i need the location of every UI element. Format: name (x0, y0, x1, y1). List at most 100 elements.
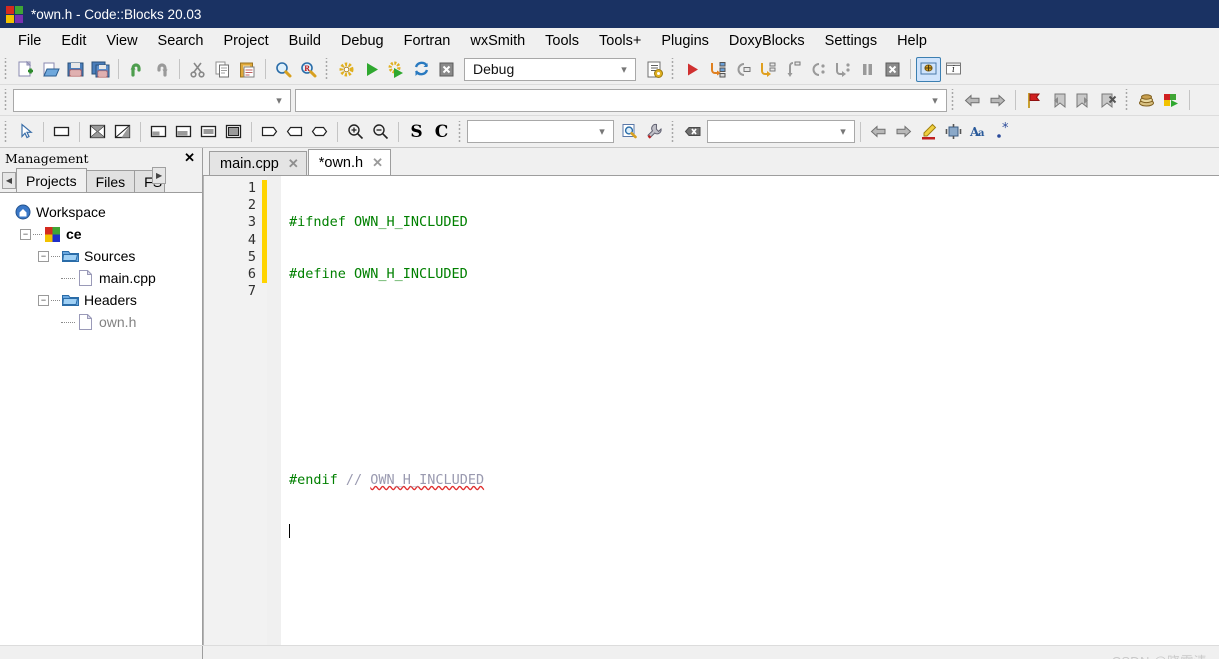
search-settings-icon[interactable] (642, 119, 667, 144)
panel-icon[interactable] (49, 119, 74, 144)
menu-fortran[interactable]: Fortran (394, 30, 461, 52)
replace-icon[interactable]: R (296, 57, 321, 82)
build-target-combo[interactable]: Debug ▾ (464, 57, 636, 81)
debug-stop-icon[interactable] (880, 57, 905, 82)
doxyblocks-icon[interactable] (1134, 88, 1159, 113)
toolbar-grip[interactable] (949, 89, 958, 111)
collapse-toggle[interactable]: − (38, 250, 49, 262)
regex-icon[interactable]: * (991, 119, 1016, 144)
editor-tab-own-h[interactable]: *own.h ✕ (307, 149, 391, 175)
scroll-left-icon[interactable]: ◀ (2, 172, 16, 189)
search-scope-combo[interactable]: ▾ (707, 120, 855, 143)
debug-next-instruction-icon[interactable] (805, 57, 830, 82)
close-icon[interactable]: ✕ (372, 155, 383, 171)
zoom-in-icon[interactable] (343, 119, 368, 144)
toolbar-grip[interactable] (323, 58, 332, 80)
code-text[interactable]: #ifndef OWN_H_INCLUDED #define OWN_H_INC… (281, 176, 1219, 645)
toolbar-grip[interactable] (456, 120, 465, 143)
zoom-out-icon[interactable] (368, 119, 393, 144)
menu-tools[interactable]: Tools (535, 30, 589, 52)
menu-edit[interactable]: Edit (51, 30, 96, 52)
menu-doxyblocks[interactable]: DoxyBlocks (719, 30, 815, 52)
editor-tab-main-cpp[interactable]: main.cpp ✕ (209, 151, 307, 175)
tree-node-own-h[interactable]: own.h (6, 311, 202, 333)
menu-view[interactable]: View (96, 30, 147, 52)
expand-right-icon[interactable] (257, 119, 282, 144)
fold-margin[interactable] (267, 176, 281, 645)
match-case-icon[interactable]: Aa (966, 119, 991, 144)
next-bookmark-icon[interactable] (1071, 88, 1096, 113)
debug-break-icon[interactable] (855, 57, 880, 82)
run-icon[interactable] (359, 57, 384, 82)
close-icon[interactable]: ✕ (181, 150, 198, 166)
menu-help[interactable]: Help (887, 30, 937, 52)
chevron-down-icon[interactable]: ▾ (834, 125, 852, 138)
fill-icon[interactable] (221, 119, 246, 144)
chevron-down-icon[interactable]: ▾ (926, 94, 944, 107)
toolbar-grip[interactable] (1123, 89, 1132, 111)
menu-debug[interactable]: Debug (331, 30, 394, 52)
expand-both-icon[interactable] (307, 119, 332, 144)
tab-files[interactable]: Files (85, 170, 136, 192)
close-icon[interactable]: ✕ (288, 156, 299, 172)
highlight-icon[interactable] (916, 119, 941, 144)
debug-next-line-icon[interactable] (730, 57, 755, 82)
menu-project[interactable]: Project (214, 30, 279, 52)
tree-node-headers[interactable]: − Headers (6, 289, 202, 311)
debug-step-into-icon[interactable] (755, 57, 780, 82)
back-arrow-icon[interactable] (866, 119, 891, 144)
toolbar-grip[interactable] (2, 120, 11, 143)
debug-continue-icon[interactable] (680, 57, 705, 82)
paste-icon[interactable] (235, 57, 260, 82)
debug-step-into-instruction-icon[interactable] (830, 57, 855, 82)
build-targets-icon[interactable] (642, 57, 667, 82)
collapse-toggle[interactable]: − (38, 294, 49, 306)
copy-icon[interactable] (210, 57, 235, 82)
prev-bookmark-icon[interactable] (1046, 88, 1071, 113)
chevron-down-icon[interactable]: ▾ (270, 94, 288, 107)
build-icon[interactable] (334, 57, 359, 82)
menu-tools-plus[interactable]: Tools+ (589, 30, 651, 52)
tree-node-main-cpp[interactable]: main.cpp (6, 267, 202, 289)
clear-bookmarks-icon[interactable] (1096, 88, 1121, 113)
redo-icon[interactable] (149, 57, 174, 82)
expand-left-icon[interactable] (282, 119, 307, 144)
chevron-down-icon[interactable]: ▾ (615, 63, 633, 76)
menu-wxsmith[interactable]: wxSmith (460, 30, 535, 52)
toolbar-grip[interactable] (669, 58, 678, 80)
build-and-run-icon[interactable] (384, 57, 409, 82)
tree-node-project[interactable]: − ce (6, 223, 202, 245)
abort-icon[interactable] (434, 57, 459, 82)
quad-split-icon[interactable] (85, 119, 110, 144)
menu-file[interactable]: File (8, 30, 51, 52)
toolbar-grip[interactable] (2, 58, 11, 80)
toolbar-grip[interactable] (669, 120, 678, 143)
bookmark-toggle-icon[interactable] (941, 119, 966, 144)
menu-search[interactable]: Search (148, 30, 214, 52)
toggle-bookmark-icon[interactable] (1021, 88, 1046, 113)
tree-node-sources[interactable]: − Sources (6, 245, 202, 267)
debug-step-out-icon[interactable] (780, 57, 805, 82)
s-button[interactable]: S (404, 119, 429, 144)
save-icon[interactable] (63, 57, 88, 82)
search-declaration-icon[interactable] (617, 119, 642, 144)
various-info-icon[interactable]: i (941, 57, 966, 82)
diagonal-split-icon[interactable] (110, 119, 135, 144)
toolbar-grip[interactable] (2, 89, 11, 111)
menu-build[interactable]: Build (279, 30, 331, 52)
save-all-icon[interactable] (88, 57, 113, 82)
clear-icon[interactable] (680, 119, 705, 144)
new-file-icon[interactable] (13, 57, 38, 82)
debugging-windows-icon[interactable] (916, 56, 941, 82)
align-left-icon[interactable] (171, 119, 196, 144)
goto-combo[interactable]: ▾ (467, 120, 614, 143)
c-button[interactable]: C (429, 119, 454, 144)
nav-back-icon[interactable] (960, 88, 985, 113)
tab-projects[interactable]: Projects (16, 168, 87, 192)
code-editor[interactable]: 1 2 3 4 5 6 7 #ifndef OWN_H_INCLUDED #de… (203, 176, 1219, 645)
align-top-icon[interactable] (146, 119, 171, 144)
function-combo[interactable]: ▾ (295, 88, 947, 112)
cut-icon[interactable] (185, 57, 210, 82)
collapse-toggle[interactable]: − (20, 228, 31, 240)
debug-run-to-cursor-icon[interactable] (705, 57, 730, 82)
